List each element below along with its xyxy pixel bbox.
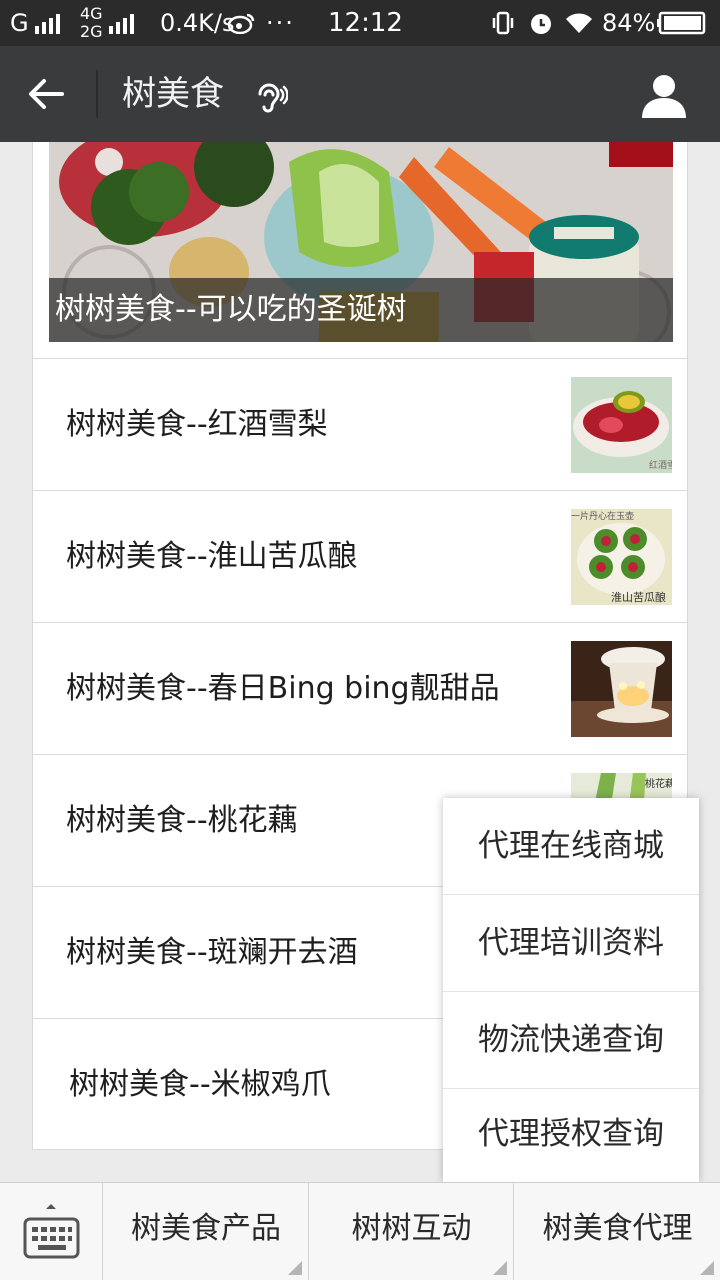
keyboard-toggle-button[interactable] <box>0 1183 103 1280</box>
thumbnail-caption: 淮山苦瓜酿 <box>611 590 666 604</box>
article-title: 树树美食--米椒鸡爪 <box>69 1067 331 1102</box>
alarm-icon <box>528 0 554 46</box>
article-title: 树树美食--红酒雪梨 <box>66 407 328 442</box>
article-thumbnail: 红酒雪 <box>571 377 672 473</box>
article-row[interactable]: 树树美食--红酒雪梨 红酒雪 <box>33 358 687 490</box>
weibo-icon <box>228 0 256 46</box>
clock: 12:12 <box>328 8 403 38</box>
article-title: 树树美食--春日Bing bing靓甜品 <box>66 671 500 706</box>
back-arrow-icon <box>29 79 64 109</box>
thumbnail-caption: 红酒雪 <box>649 459 672 471</box>
wifi-icon <box>564 0 594 46</box>
net-speed: 0.4K/s <box>160 9 235 37</box>
keyboard-icon <box>23 1204 80 1259</box>
thumbnail-caption: 桃花藕 <box>645 777 672 790</box>
submenu-indicator-icon <box>493 1261 507 1275</box>
submenu-item-logistics[interactable]: 物流快递查询 <box>443 992 699 1088</box>
submenu-item-online-mall[interactable]: 代理在线商城 <box>443 798 699 894</box>
signal-bars-icon <box>34 12 60 34</box>
menu-tab-label: 树美食产品 <box>131 1211 281 1246</box>
menu-tab-products[interactable]: 树美食产品 <box>104 1183 309 1280</box>
battery-percent: 84% <box>602 9 656 37</box>
signal-bars-icon <box>108 12 134 34</box>
bottom-menu: 树美食产品 树树互动 树美食代理 <box>0 1182 720 1280</box>
person-icon <box>642 75 686 118</box>
account-title: 树美食 <box>122 74 224 114</box>
submenu-indicator-icon <box>700 1261 714 1275</box>
article-title: 树树美食--斑斓开去酒 <box>66 935 358 970</box>
article-row[interactable]: 树树美食--春日Bing bing靓甜品 <box>33 622 687 754</box>
status-bar: G 4G 2G 0.4K/s ··· 12:12 84% <box>0 0 720 46</box>
carrier-label: G <box>10 9 29 37</box>
thumbnail-caption: 一片丹心在玉壶 <box>571 510 634 522</box>
menu-tab-interaction[interactable]: 树树互动 <box>310 1183 514 1280</box>
submenu-indicator-icon <box>288 1261 302 1275</box>
profile-button[interactable] <box>636 68 692 124</box>
menu-tab-label: 树树互动 <box>351 1211 472 1246</box>
article-title: 树树美食--淮山苦瓜酿 <box>66 539 358 574</box>
ear-icon[interactable] <box>252 78 289 114</box>
article-row[interactable]: 树树美食--淮山苦瓜酿 一片丹心在玉壶 淮山苦瓜酿 <box>33 490 687 622</box>
vibrate-icon <box>490 0 516 46</box>
signal-1: G <box>10 0 60 46</box>
menu-tab-agent[interactable]: 树美食代理 <box>515 1183 720 1280</box>
article-title: 树树美食--桃花藕 <box>66 803 298 838</box>
submenu-item-authorization[interactable]: 代理授权查询 <box>443 1086 699 1182</box>
article-thumbnail <box>571 641 672 737</box>
cover-title: 树树美食--可以吃的圣诞树 <box>49 278 673 342</box>
agent-submenu: 代理在线商城 代理培训资料 物流快递查询 代理授权查询 <box>443 798 699 1182</box>
network-type: 4G 2G <box>80 4 103 41</box>
cover-article[interactable]: 树树美食--可以吃的圣诞树 <box>49 142 673 342</box>
signal-2: 4G 2G <box>80 0 134 46</box>
menu-tab-label: 树美食代理 <box>542 1211 693 1246</box>
title-bar: 树美食 <box>0 46 720 142</box>
article-thumbnail: 一片丹心在玉壶 淮山苦瓜酿 <box>571 509 672 605</box>
notification-overflow: ··· <box>266 9 295 37</box>
back-button[interactable] <box>18 66 74 122</box>
battery-icon <box>656 0 706 46</box>
title-divider <box>96 70 98 118</box>
submenu-item-training[interactable]: 代理培训资料 <box>443 895 699 991</box>
